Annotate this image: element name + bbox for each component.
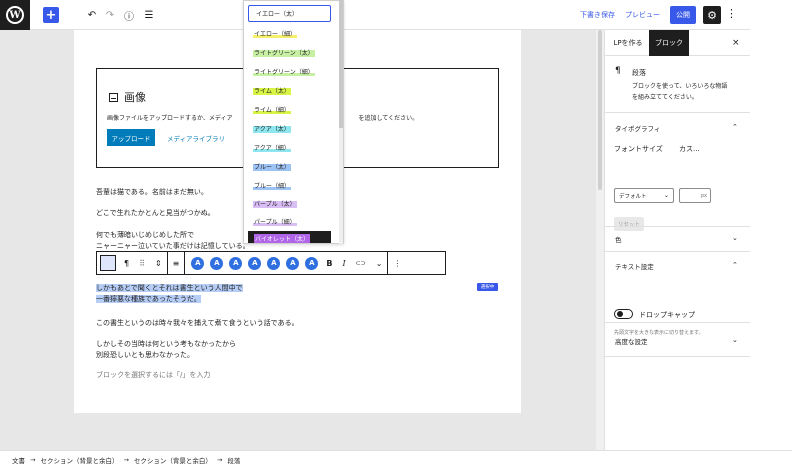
highlight-marker-icon[interactable]: A — [305, 256, 319, 270]
chevron-down-icon[interactable]: ⌄ — [732, 234, 738, 242]
tab-block[interactable]: ブロック — [649, 30, 689, 56]
more-rich-text-chevron-icon[interactable]: ⌄ — [371, 252, 388, 274]
wordpress-logo-button[interactable]: W — [0, 0, 30, 30]
selected-badge: 選択中 — [477, 283, 498, 291]
dropdown-option[interactable]: イエロー（細） — [251, 28, 299, 39]
dropdown-scrollbar[interactable] — [339, 0, 343, 244]
font-size-select[interactable]: デフォルト ⌄ — [614, 188, 674, 203]
highlight-style-dropdown: イエロー（太） イエロー（細） ライトグリーン（太） ライトグリーン（細） ライ… — [243, 0, 344, 244]
drop-cap-toggle[interactable] — [614, 309, 633, 319]
preview-button[interactable]: プレビュー — [625, 10, 660, 20]
bold-button[interactable]: B — [321, 252, 337, 274]
paragraph-block[interactable]: この書生というのは時々我々を捕えて煮て食うという話である。 — [96, 318, 299, 329]
chevron-up-icon[interactable]: ⌃ — [732, 123, 738, 131]
breadcrumb-item-section[interactable]: セクション（背景と余白） — [134, 455, 212, 465]
dropdown-option[interactable]: アクア（太） — [251, 123, 293, 134]
highlight-marker-icon[interactable]: A — [229, 256, 243, 270]
dropdown-option[interactable]: ブルー（細） — [251, 180, 293, 191]
settings-sidebar: LPを作る ブロック × ¶ 段落 ブロックを使って、いろいろな物語 を組み立て… — [604, 30, 751, 450]
dropdown-option[interactable]: ライトグリーン（細） — [251, 66, 317, 77]
breadcrumb-item-section[interactable]: セクション（背景と余白） — [40, 455, 118, 465]
list-view-icon[interactable]: ☰ — [142, 7, 156, 23]
window-margin — [750, 0, 792, 450]
media-library-button[interactable]: メディアライブラリ — [167, 133, 225, 143]
dropdown-option-highlighted[interactable]: バイオレット（太） — [248, 231, 331, 243]
dropdown-option[interactable]: アクア（細） — [251, 142, 293, 153]
color-panel-toggle[interactable]: 色 — [615, 234, 622, 244]
breadcrumb-separator: → — [30, 455, 36, 464]
typography-panel-toggle[interactable]: タイポグラフィ — [615, 123, 660, 133]
paragraph-block-selected[interactable]: しかもあとで聞くとそれは書生という人間中で 一番獰悪な種族であったそうだ。 — [96, 283, 243, 305]
breadcrumb-item-paragraph[interactable]: 段落 — [227, 455, 240, 465]
options-more-icon[interactable]: ⋮ — [726, 7, 737, 20]
paragraph-block-type-button[interactable] — [100, 255, 116, 271]
publish-button[interactable]: 公開 — [670, 6, 696, 24]
sidebar-tabs: LPを作る ブロック × — [605, 30, 751, 56]
save-draft-button[interactable]: 下書き保存 — [580, 10, 615, 20]
dropdown-option[interactable]: ライトグリーン（太） — [251, 47, 317, 58]
link-icon[interactable]: ⊂⊃ — [351, 252, 371, 274]
dropdown-option[interactable]: ブルー（太） — [251, 161, 293, 172]
image-block-title: 画像 — [124, 91, 146, 104]
highlight-marker-icon[interactable]: A — [286, 256, 300, 270]
paragraph-block[interactable]: しかしその当時は何という考もなかったから 別段恐しいとも思わなかった。 — [96, 339, 236, 361]
image-icon — [109, 92, 118, 102]
paragraph-block[interactable]: どこで生れたかとんと見当がつかぬ。 — [96, 208, 215, 219]
drop-cap-hint: 先頭文字を大きな表示に切り替えます。 — [614, 330, 704, 336]
highlight-marker-icon[interactable]: A — [248, 256, 262, 270]
editor-header: W + ↶ ↷ ⓘ ☰ 下書き保存 プレビュー 公開 ⚙ ⋮ — [0, 0, 750, 30]
paragraph-icon[interactable]: ¶ — [119, 252, 134, 274]
breadcrumb: 文書 → セクション（背景と余白） → セクション（背景と余白） → 段落 — [0, 450, 792, 468]
block-options-icon[interactable]: ⋮ — [388, 252, 406, 274]
highlight-marker-icon[interactable]: A — [191, 256, 205, 270]
breadcrumb-separator: → — [216, 455, 223, 464]
chevron-up-icon[interactable]: ⌃ — [732, 261, 738, 269]
breadcrumb-separator: → — [123, 455, 129, 464]
reset-button[interactable]: リセット — [614, 217, 644, 231]
font-size-label: フォントサイズ — [614, 145, 663, 153]
dropdown-option[interactable]: パープル（太） — [251, 198, 299, 209]
undo-icon[interactable]: ↶ — [86, 7, 98, 23]
advanced-panel-toggle[interactable]: 高度な設定 — [615, 336, 648, 346]
italic-button[interactable]: I — [337, 252, 350, 274]
block-appender-placeholder[interactable]: ブロックを選択するには「/」を入力 — [96, 370, 210, 381]
custom-font-size-input[interactable]: px — [679, 188, 711, 203]
paragraph-block-icon: ¶ — [615, 66, 621, 76]
tab-page[interactable]: LPを作る — [609, 30, 647, 56]
block-description: ブロックを使って、いろいろな物語 を組み立ててください。 — [632, 83, 728, 101]
close-icon[interactable]: × — [732, 38, 740, 48]
paragraph-block[interactable]: 何でも薄暗いじめじめした所で ニャーニャー泣いていた事だけは記憶している。 — [96, 230, 250, 252]
chevron-down-icon: ⌄ — [663, 192, 669, 199]
highlight-marker-icon[interactable]: A — [210, 256, 224, 270]
drag-handle-icon[interactable]: ⠿ — [134, 252, 150, 274]
text-settings-panel-toggle[interactable]: テキスト設定 — [615, 261, 654, 271]
highlight-tools: A A A A A A A — [185, 252, 321, 274]
paragraph-block[interactable]: 吾輩は猫である。名前はまだ無い。 — [96, 187, 208, 198]
move-up-down-icon[interactable]: ⇕ — [150, 252, 167, 274]
dropdown-option[interactable]: ライム（太） — [251, 85, 293, 96]
settings-gear-icon[interactable]: ⚙ — [703, 6, 721, 24]
breadcrumb-item-document[interactable]: 文書 — [12, 455, 25, 465]
align-text-icon[interactable]: ≡ — [168, 252, 185, 274]
wordpress-logo-icon: W — [6, 6, 24, 24]
block-toolbar: ¶ ⠿ ⇕ ≡ A A A A A A A B I ⊂⊃ ⌄ ⋮ — [96, 251, 446, 275]
redo-icon[interactable]: ↷ — [104, 7, 116, 23]
info-icon[interactable]: ⓘ — [122, 7, 136, 23]
dropdown-option[interactable]: イエロー（太） — [248, 5, 331, 22]
custom-size-label: カス... — [679, 145, 700, 153]
dropdown-option[interactable]: パープル（細） — [251, 216, 299, 227]
upload-button[interactable]: アップロード — [107, 129, 155, 146]
dropdown-option[interactable]: ライム（細） — [251, 104, 293, 115]
highlight-marker-icon[interactable]: A — [267, 256, 281, 270]
chevron-down-icon[interactable]: ⌄ — [732, 336, 738, 344]
canvas-scrollbar[interactable] — [596, 30, 604, 450]
add-block-button[interactable]: + — [43, 7, 59, 23]
drop-cap-label: ドロップキャップ — [639, 311, 695, 319]
block-name: 段落 — [632, 69, 646, 77]
